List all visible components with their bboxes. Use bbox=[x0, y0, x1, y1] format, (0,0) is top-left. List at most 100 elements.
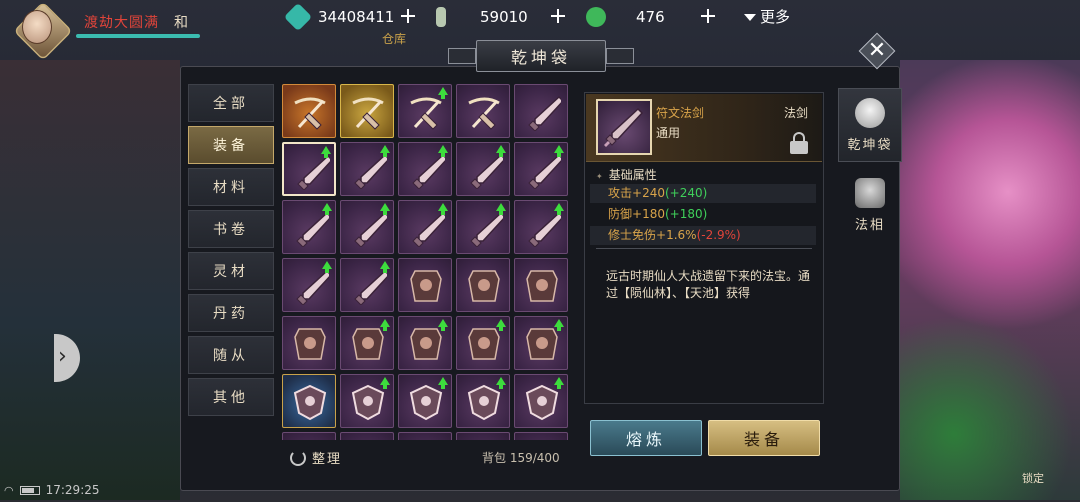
inventory-slot[interactable] bbox=[340, 432, 394, 440]
bag-capacity: 背包 159/400 bbox=[482, 449, 560, 466]
organize-button[interactable]: 整理 bbox=[290, 448, 342, 467]
tab-dharma-form[interactable]: 法相 bbox=[838, 168, 902, 242]
sword-icon bbox=[604, 107, 644, 147]
inventory-slot[interactable] bbox=[340, 200, 394, 254]
inventory-slot[interactable] bbox=[340, 84, 394, 138]
category-label: 随从 bbox=[213, 348, 249, 364]
sword-icon bbox=[296, 211, 329, 247]
upgrade-arrow-icon bbox=[554, 203, 564, 215]
sword-icon bbox=[354, 269, 387, 305]
inventory-slot[interactable] bbox=[514, 316, 568, 370]
inventory-slot[interactable] bbox=[340, 142, 394, 196]
armor-icon bbox=[410, 328, 442, 360]
target-lock-button[interactable]: 锁定 bbox=[1022, 470, 1044, 486]
warehouse-label[interactable]: 仓库 bbox=[382, 30, 406, 47]
inventory-slot[interactable] bbox=[282, 84, 336, 138]
inventory-slot[interactable] bbox=[282, 432, 336, 440]
inventory-slot[interactable] bbox=[398, 374, 452, 428]
attribute-row-damage-reduction: 修士免伤+1.6%(-2.9%) bbox=[590, 226, 816, 245]
shield-icon bbox=[525, 384, 559, 421]
category-label: 装备 bbox=[213, 138, 249, 154]
inventory-slot[interactable] bbox=[514, 258, 568, 312]
shield-icon bbox=[409, 384, 443, 421]
inventory-slot[interactable] bbox=[398, 84, 452, 138]
currency-jade-coin: 476 bbox=[586, 6, 665, 28]
add-talisman-button[interactable] bbox=[550, 8, 566, 24]
inventory-slot[interactable] bbox=[514, 374, 568, 428]
upgrade-arrow-icon bbox=[554, 319, 564, 331]
sword-icon bbox=[354, 153, 387, 189]
smelt-button[interactable]: 熔炼 bbox=[590, 420, 702, 456]
inventory-slot[interactable] bbox=[514, 84, 568, 138]
upgrade-arrow-icon bbox=[554, 377, 564, 389]
shield-icon bbox=[293, 384, 327, 421]
inventory-slot[interactable] bbox=[514, 432, 568, 440]
attributes-section-title: 基础属性 bbox=[596, 166, 657, 183]
inventory-slot[interactable] bbox=[282, 200, 336, 254]
panel-title-text: 乾坤袋 bbox=[510, 48, 571, 67]
upgrade-arrow-icon bbox=[496, 145, 506, 157]
currency-spirit-stone: 34408411 bbox=[283, 2, 394, 32]
inventory-slot[interactable] bbox=[398, 142, 452, 196]
category-followers[interactable]: 随从 bbox=[188, 336, 274, 374]
attribute-delta: (+180) bbox=[664, 207, 708, 221]
armor-icon bbox=[468, 270, 500, 302]
upgrade-arrow-icon bbox=[380, 377, 390, 389]
inventory-slot[interactable] bbox=[398, 200, 452, 254]
inventory-slot[interactable] bbox=[514, 200, 568, 254]
inventory-slot[interactable] bbox=[456, 84, 510, 138]
category-equipment[interactable]: 装备 bbox=[188, 126, 274, 164]
inventory-slot[interactable] bbox=[456, 374, 510, 428]
inventory-slot[interactable] bbox=[340, 258, 394, 312]
inventory-slot[interactable] bbox=[514, 142, 568, 196]
close-button[interactable]: ✕ bbox=[858, 32, 896, 70]
category-spirit-materials[interactable]: 灵材 bbox=[188, 252, 274, 290]
inventory-slot[interactable] bbox=[456, 200, 510, 254]
bag-label: 背包 bbox=[482, 451, 507, 465]
category-other[interactable]: 其他 bbox=[188, 378, 274, 416]
inventory-slot[interactable] bbox=[456, 432, 510, 440]
attribute-value: +240 bbox=[632, 186, 665, 200]
inventory-slot[interactable] bbox=[456, 258, 510, 312]
item-grid-scroll[interactable] bbox=[282, 84, 574, 440]
lock-body bbox=[790, 141, 808, 154]
inventory-slot[interactable] bbox=[398, 316, 452, 370]
sword-icon bbox=[354, 211, 387, 247]
armor-icon bbox=[410, 270, 442, 302]
add-spirit-stone-button[interactable] bbox=[400, 8, 416, 24]
inventory-slot[interactable] bbox=[340, 374, 394, 428]
server-tag[interactable]: 和 bbox=[174, 12, 188, 32]
category-all[interactable]: 全部 bbox=[188, 84, 274, 122]
currency-talisman: 59010 bbox=[436, 6, 528, 28]
mask-icon bbox=[855, 177, 885, 208]
category-label: 其他 bbox=[213, 390, 249, 406]
inventory-slot[interactable] bbox=[398, 432, 452, 440]
category-pills[interactable]: 丹药 bbox=[188, 294, 274, 332]
inventory-slot[interactable] bbox=[456, 316, 510, 370]
tab-label: 乾坤袋 bbox=[847, 137, 893, 153]
clock: 17:29:25 bbox=[45, 483, 100, 497]
bag-icon bbox=[855, 97, 885, 128]
inventory-slot[interactable] bbox=[282, 316, 336, 370]
item-usage: 通用 bbox=[656, 126, 681, 140]
currency-value: 476 bbox=[636, 8, 665, 26]
more-menu-button[interactable]: 更多 bbox=[744, 6, 790, 27]
inventory-slot[interactable] bbox=[282, 142, 336, 196]
lock-icon[interactable] bbox=[790, 132, 808, 154]
jade-coin-icon bbox=[586, 7, 606, 27]
upgrade-arrow-icon bbox=[380, 261, 390, 273]
equip-button[interactable]: 装备 bbox=[708, 420, 820, 456]
category-materials[interactable]: 材料 bbox=[188, 168, 274, 206]
selected-item-icon bbox=[596, 99, 652, 155]
inventory-slot[interactable] bbox=[456, 142, 510, 196]
inventory-slot[interactable] bbox=[282, 258, 336, 312]
wifi-icon: ◠ bbox=[4, 483, 14, 497]
inventory-slot[interactable] bbox=[282, 374, 336, 428]
tab-qiankun-bag[interactable]: 乾坤袋 bbox=[838, 88, 902, 162]
category-scrolls[interactable]: 书卷 bbox=[188, 210, 274, 248]
item-description: 远古时期仙人大战遗留下来的法宝。通过【陨仙林】、【天池】获得 bbox=[606, 269, 811, 300]
inventory-slot[interactable] bbox=[398, 258, 452, 312]
armor-icon bbox=[294, 328, 326, 360]
add-jade-coin-button[interactable] bbox=[700, 8, 716, 24]
inventory-slot[interactable] bbox=[340, 316, 394, 370]
